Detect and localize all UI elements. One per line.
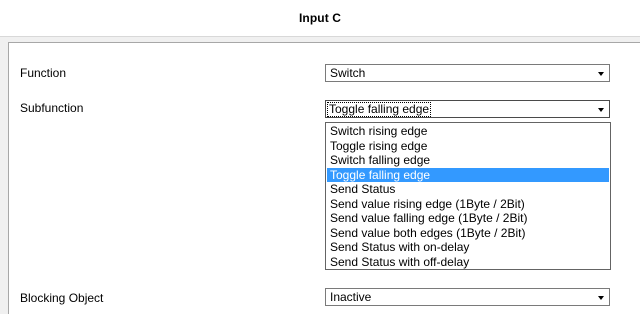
subfunction-dropdown-list: Switch rising edge Toggle rising edge Swit… bbox=[325, 122, 611, 270]
function-select-value: Switch bbox=[330, 66, 366, 80]
dropdown-option[interactable]: Switch falling edge bbox=[327, 153, 609, 167]
chevron-down-icon[interactable] bbox=[598, 72, 604, 76]
chevron-down-icon[interactable] bbox=[598, 108, 604, 112]
dropdown-option[interactable]: Toggle rising edge bbox=[327, 139, 609, 153]
dropdown-option[interactable]: Switch rising edge bbox=[327, 124, 609, 138]
subfunction-label: Subfunction bbox=[20, 101, 84, 115]
page-title: Input C bbox=[298, 11, 342, 25]
function-select[interactable]: Switch bbox=[325, 64, 610, 82]
parameter-window: Input C Function Switch Subfunction Togg… bbox=[0, 0, 640, 314]
dropdown-option[interactable]: Send value rising edge (1Byte / 2Bit) bbox=[327, 197, 609, 211]
blocking-object-label: Blocking Object bbox=[20, 291, 104, 305]
dropdown-option[interactable]: Send Status bbox=[327, 182, 609, 196]
subfunction-select[interactable]: Toggle falling edge bbox=[325, 100, 610, 118]
blocking-object-select[interactable]: Inactive bbox=[325, 288, 610, 306]
dropdown-option[interactable]: Send Status with off-delay bbox=[327, 255, 609, 269]
subfunction-select-value: Toggle falling edge bbox=[326, 102, 432, 117]
chevron-down-icon[interactable] bbox=[598, 296, 604, 300]
blocking-object-select-value: Inactive bbox=[330, 290, 372, 304]
header-bar: Input C bbox=[0, 0, 640, 37]
dropdown-option[interactable]: Toggle falling edge bbox=[327, 167, 609, 182]
dropdown-option[interactable]: Send value falling edge (1Byte / 2Bit) bbox=[327, 211, 609, 225]
dropdown-option[interactable]: Send value both edges (1Byte / 2Bit) bbox=[327, 226, 609, 240]
dropdown-option[interactable]: Send Status with on-delay bbox=[327, 240, 609, 254]
function-label: Function bbox=[20, 66, 67, 80]
